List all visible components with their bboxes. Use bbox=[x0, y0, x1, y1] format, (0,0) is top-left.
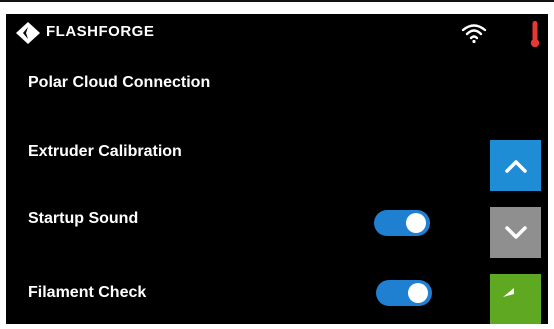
filament-check-toggle[interactable] bbox=[376, 280, 432, 306]
printer-screen: FLASHFORGE Polar Cloud Connection Extrud… bbox=[6, 14, 548, 324]
wifi-icon bbox=[461, 24, 487, 44]
setting-startup-sound: Startup Sound bbox=[28, 210, 139, 227]
toggle-knob bbox=[406, 213, 426, 233]
back-arrow-icon bbox=[502, 287, 514, 297]
flashforge-logo-icon bbox=[16, 22, 40, 44]
setting-extruder-calibration[interactable]: Extruder Calibration bbox=[28, 143, 182, 161]
setting-polar-cloud-connection[interactable]: Polar Cloud Connection bbox=[28, 74, 210, 92]
scroll-down-button[interactable] bbox=[490, 207, 541, 258]
back-button[interactable] bbox=[490, 274, 541, 324]
startup-sound-toggle[interactable] bbox=[374, 210, 430, 236]
scroll-up-button[interactable] bbox=[490, 140, 541, 191]
chevron-up-icon bbox=[504, 159, 527, 173]
top-border bbox=[0, 0, 554, 2]
toggle-knob bbox=[408, 283, 428, 303]
setting-filament-check: Filament Check bbox=[28, 284, 147, 301]
chevron-down-icon bbox=[504, 225, 527, 239]
status-bar: FLASHFORGE bbox=[6, 14, 548, 54]
thermometer-icon bbox=[530, 21, 540, 48]
brand-name: FLASHFORGE bbox=[46, 23, 155, 40]
